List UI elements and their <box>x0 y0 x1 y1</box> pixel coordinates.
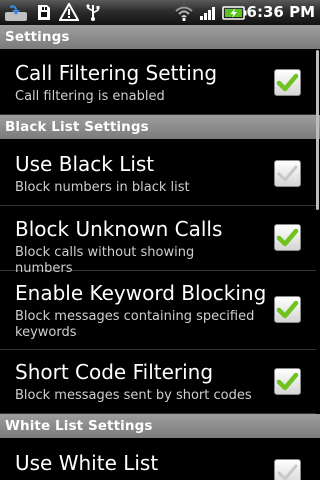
pref-use-white-list[interactable]: Use White List <box>0 438 316 480</box>
section-header-black-list: Black List Settings <box>0 115 320 139</box>
pref-title: Use White List <box>15 451 159 475</box>
wifi-icon <box>174 3 194 22</box>
block-unknown-calls-checkbox[interactable] <box>274 224 301 251</box>
checkmark-icon <box>276 228 299 247</box>
short-code-filtering-checkbox[interactable] <box>274 368 301 395</box>
pref-short-code-filtering[interactable]: Short Code Filtering Block messages sent… <box>0 350 316 414</box>
checkmark-icon <box>276 300 299 319</box>
pref-block-unknown-calls[interactable]: Block Unknown Calls Block calls without … <box>0 206 316 276</box>
usb-icon <box>84 3 102 22</box>
pref-title: Use Black List <box>15 152 155 176</box>
warning-icon <box>59 3 79 22</box>
use-black-list-checkbox[interactable] <box>274 160 301 187</box>
section-header-settings: Settings <box>0 25 320 49</box>
pref-summary: Block numbers in black list <box>15 180 190 195</box>
sd-card-icon <box>35 3 53 22</box>
pref-title: Call Filtering Setting <box>15 61 218 85</box>
checkmark-icon <box>276 372 299 391</box>
use-white-list-checkbox[interactable] <box>274 459 301 480</box>
status-bar: 6:36 PM <box>0 0 320 25</box>
section-header-white-list: White List Settings <box>0 414 320 438</box>
signal-icon <box>199 3 219 22</box>
call-filtering-checkbox[interactable] <box>274 69 301 96</box>
pref-use-black-list[interactable]: Use Black List Block numbers in black li… <box>0 139 316 206</box>
checkmark-off-icon <box>277 464 298 480</box>
pref-summary: Block messages containing specified keyw… <box>15 309 255 340</box>
pref-title: Short Code Filtering <box>15 360 214 384</box>
battery-charging-icon <box>222 3 248 22</box>
status-time: 6:36 PM <box>246 3 315 21</box>
checkmark-off-icon <box>277 165 298 182</box>
settings-screen: 6:36 PM Settings Call Filtering Setting … <box>0 0 320 480</box>
pref-title: Enable Keyword Blocking <box>15 281 265 305</box>
pref-summary: Call filtering is enabled <box>15 89 165 104</box>
keyword-blocking-checkbox[interactable] <box>274 296 301 323</box>
checkmark-icon <box>276 73 299 92</box>
pref-keyword-blocking[interactable]: Enable Keyword Blocking Block messages c… <box>0 271 316 350</box>
pref-summary: Block messages sent by short codes <box>15 388 252 403</box>
pref-title: Block Unknown Calls <box>15 217 223 241</box>
scrollbar[interactable] <box>316 50 319 210</box>
app-notification-icon <box>4 3 30 22</box>
pref-call-filtering[interactable]: Call Filtering Setting Call filtering is… <box>0 49 316 115</box>
